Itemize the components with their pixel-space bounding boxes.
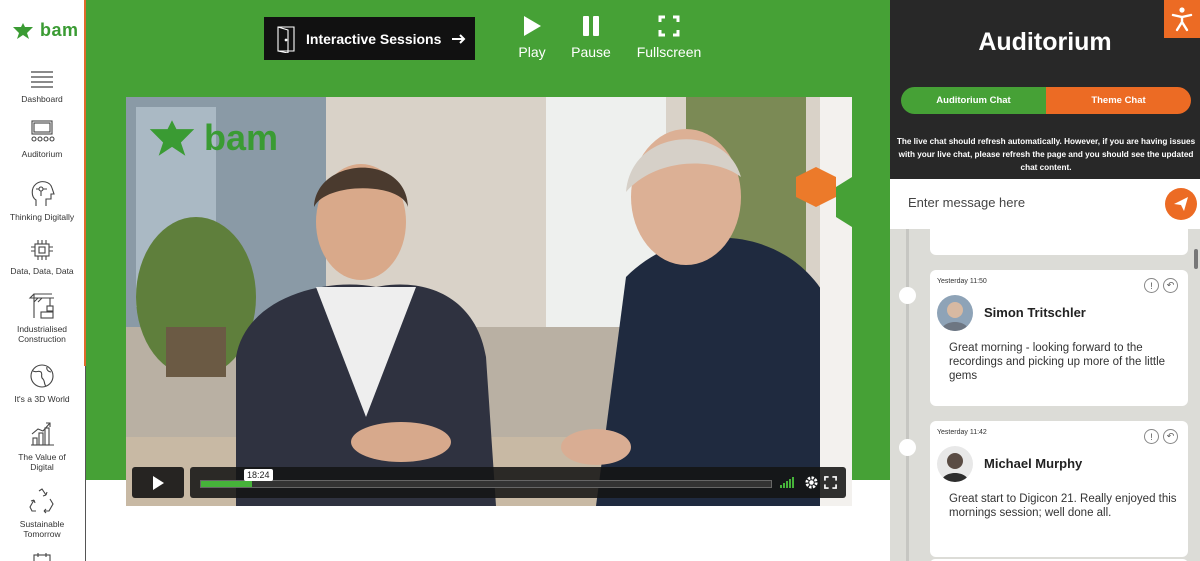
video-controls: 18:24 [132,467,846,498]
bam-watermark-icon [149,120,195,156]
interactive-sessions-label: Interactive Sessions [306,30,442,47]
chat-message: Yesterday 11:42 ! ↶ Michael Murphy Great… [930,421,1188,557]
reply-icon[interactable]: ↶ [1163,278,1178,293]
auditorium-icon [31,120,55,142]
chat-panel-header: Auditorium Auditorium Chat Theme Chat Th… [890,0,1200,179]
video-progress-fill [201,481,253,487]
sidebar-item-label: Industrialised Construction [16,324,68,344]
message-actions: ! ↶ [1144,278,1178,293]
previous-message-card [930,229,1188,255]
panel-title: Auditorium [978,28,1112,56]
sidebar: bam Dashboard Auditorium Thinking Digita… [0,0,86,561]
sidebar-item-thinking-digitally[interactable]: Thinking Digitally [0,178,84,222]
paper-plane-icon [1174,197,1188,211]
main-content: Interactive Sessions Play Pause Fullscre… [86,0,890,561]
chat-refresh-notice: The live chat should refresh automatical… [896,137,1196,172]
menu-lines-icon [31,71,53,88]
chat-panel: Auditorium Auditorium Chat Theme Chat Th… [890,0,1200,561]
message-text: Great start to Digicon 21. Really enjoye… [949,493,1177,519]
message-timestamp: Yesterday 11:42 [937,429,987,436]
sidebar-item-value-of-digital[interactable]: The Value of Digital [0,420,84,472]
sidebar-item-more[interactable] [0,552,84,561]
message-composer [890,179,1200,229]
fullscreen-control[interactable]: Fullscreen [636,14,702,60]
message-input[interactable] [908,195,1148,210]
timeline-dot [899,287,916,304]
sidebar-item-3d-world[interactable]: It's a 3D World [0,362,84,404]
sidebar-item-auditorium[interactable]: Auditorium [0,119,84,159]
pause-control[interactable]: Pause [570,14,612,60]
crane-icon [28,293,54,319]
tab-theme-chat[interactable]: Theme Chat [1046,87,1191,114]
chat-tab-toggle: Auditorium Chat Theme Chat [901,87,1191,114]
sidebar-item-industrialised-construction[interactable]: Industrialised Construction [0,290,84,344]
message-timestamp: Yesterday 11:50 [937,278,987,285]
video-watermark-text: bam [204,117,279,158]
settings-gear-icon[interactable] [804,475,819,490]
accessibility-icon [1171,7,1193,32]
video-player[interactable]: bam 18:24 [126,97,852,506]
message-text: Great morning - looking forward to the r… [949,342,1166,382]
timeline-line [906,229,909,561]
bam-logo-icon [13,22,33,39]
sidebar-item-label: Sustainable Tomorrow [19,519,65,539]
video-progress-area: 18:24 [190,467,846,498]
sidebar-item-label: Dashboard [21,94,63,104]
growth-chart-icon [31,422,54,446]
door-icon [277,25,295,53]
fullscreen-label: Fullscreen [636,44,702,60]
expand-icon[interactable] [824,476,837,489]
accessibility-button[interactable] [1164,0,1200,38]
video-play-button[interactable] [132,467,184,498]
message-actions: ! ↶ [1144,429,1178,444]
sidebar-item-label: It's a 3D World [14,394,70,404]
sidebar-item-label: The Value of Digital [18,452,66,472]
message-author: Simon Tritschler [984,305,1086,320]
video-time-tooltip: 18:24 [244,469,273,481]
sidebar-item-data[interactable]: Data, Data, Data [0,238,84,276]
send-button[interactable] [1165,188,1197,220]
tab-auditorium-chat[interactable]: Auditorium Chat [901,87,1046,114]
globe-icon [30,364,54,388]
fullscreen-icon [658,15,680,37]
chat-scrollbar[interactable] [1194,249,1198,269]
chat-feed: Yesterday 11:50 ! ↶ Simon Tritschler Gre… [890,229,1200,561]
avatar [937,295,973,331]
calendar-icon [33,553,51,561]
bam-logo[interactable]: bam [12,20,79,41]
sidebar-item-sustainable-tomorrow[interactable]: Sustainable Tomorrow [0,487,84,539]
play-icon [524,16,541,36]
message-author: Michael Murphy [984,456,1083,471]
video-progress-bar[interactable]: 18:24 [200,469,772,488]
interactive-sessions-button[interactable]: Interactive Sessions [264,17,475,60]
video-watermark-logo: bam [146,117,278,159]
pause-icon [583,16,599,36]
avatar [937,446,973,482]
app-root: bam Dashboard Auditorium Thinking Digita… [0,0,1200,561]
play-label: Play [518,44,546,60]
sidebar-item-label: Auditorium [21,149,63,159]
chat-message: Yesterday 11:50 ! ↶ Simon Tritschler Gre… [930,270,1188,406]
volume-meter[interactable] [780,477,794,488]
sidebar-item-label: Data, Data, Data [10,266,74,276]
play-icon [153,475,164,490]
sidebar-item-label: Thinking Digitally [9,212,75,222]
timeline-dot [899,439,916,456]
play-control[interactable]: Play [516,14,548,60]
data-chip-icon [31,240,53,260]
reply-icon[interactable]: ↶ [1163,429,1178,444]
report-icon[interactable]: ! [1144,429,1159,444]
head-circuit-icon [31,181,55,206]
sidebar-item-dashboard[interactable]: Dashboard [0,68,84,104]
report-icon[interactable]: ! [1144,278,1159,293]
pause-label: Pause [571,44,611,60]
logo-text: bam [40,20,79,40]
arrow-right-icon [452,33,466,44]
recycle-icon [29,488,54,514]
